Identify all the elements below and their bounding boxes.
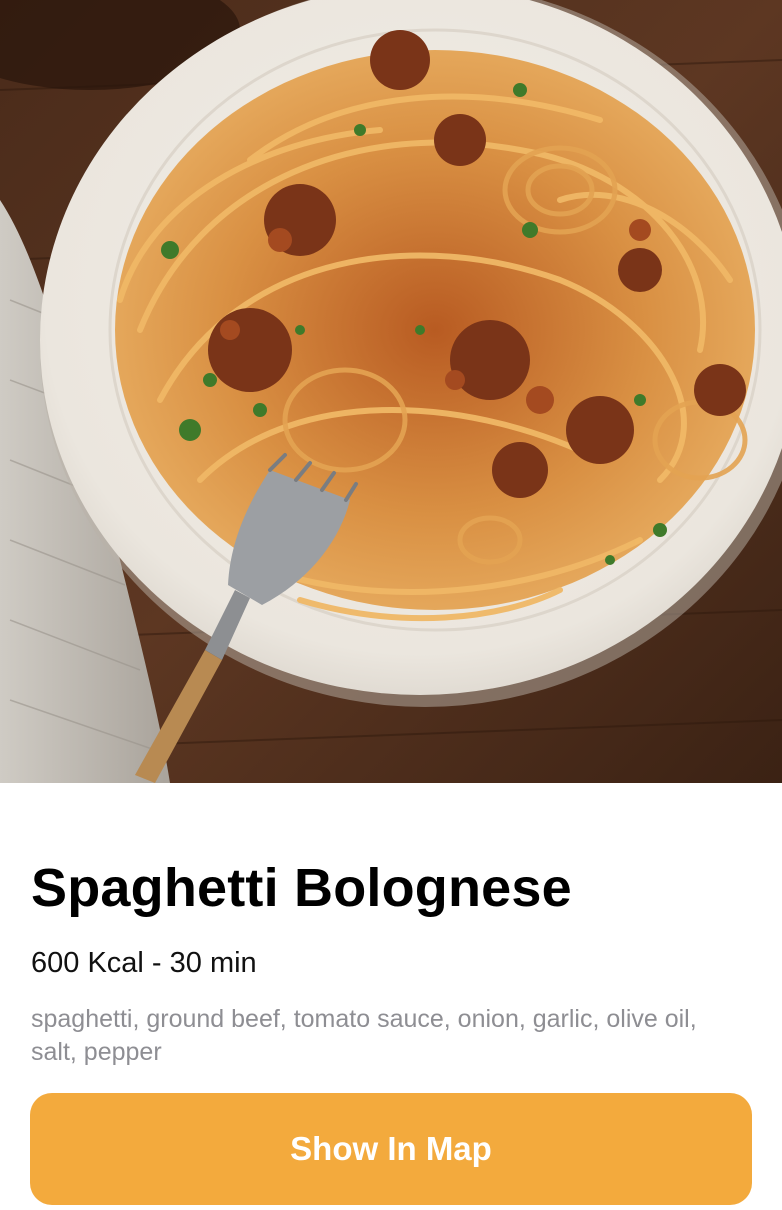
recipe-calories-time: 600 Kcal - 30 min — [31, 947, 257, 979]
recipe-title: Spaghetti Bolognese — [31, 858, 572, 918]
show-in-map-button[interactable]: Show In Map — [30, 1093, 752, 1205]
recipe-ingredients: spaghetti, ground beef, tomato sauce, on… — [31, 1005, 697, 1066]
recipe-details: Spaghetti Bolognese 600 Kcal - 30 min sp… — [0, 783, 782, 1210]
spaghetti-photo — [0, 0, 782, 783]
recipe-hero-image — [0, 0, 782, 783]
